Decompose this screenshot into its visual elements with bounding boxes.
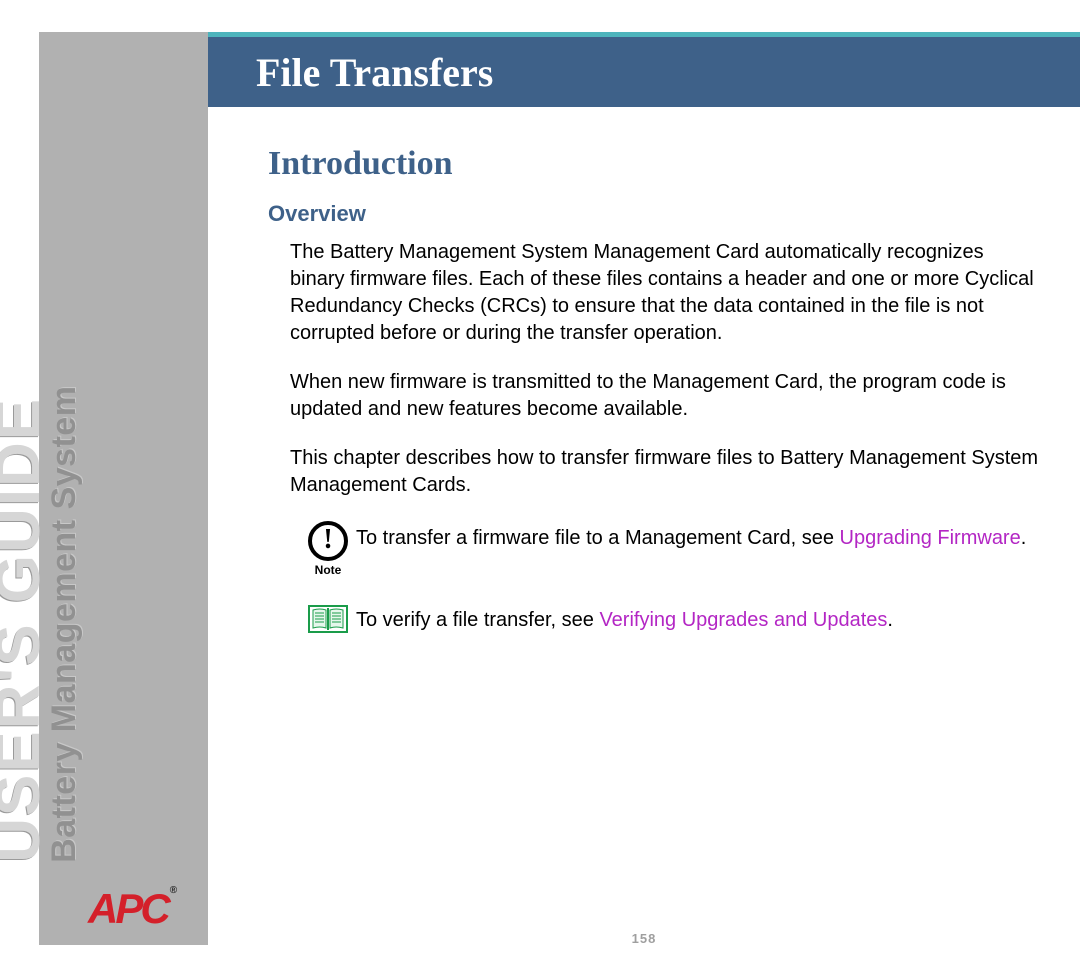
verifying-upgrades-link[interactable]: Verifying Upgrades and Updates [599, 609, 887, 631]
chapter-title: File Transfers [256, 49, 493, 96]
reference-callout: To verify a file transfer, see Verifying… [300, 603, 1040, 635]
note-text-pre: To transfer a firmware file to a Managem… [356, 527, 840, 549]
note-text-post: . [1021, 527, 1027, 549]
system-label: Battery Management System [45, 386, 84, 863]
sidebar: USER'S GUIDE Battery Management System A… [39, 32, 208, 945]
reference-text-pre: To verify a file transfer, see [356, 609, 599, 631]
body-text: Introduction Overview The Battery Manage… [208, 107, 1080, 635]
apc-logo: APC® [88, 885, 177, 933]
paragraph: This chapter describes how to transfer f… [290, 445, 1040, 499]
page-content: File Transfers Introduction Overview The… [208, 0, 1080, 966]
note-callout: ! Note To transfer a firmware file to a … [300, 521, 1040, 577]
users-guide-label: USER'S GUIDE [0, 397, 47, 863]
reference-text-post: . [887, 609, 893, 631]
section-heading: Introduction [268, 145, 1040, 183]
note-label: Note [315, 563, 342, 577]
sidebar-title-block: USER'S GUIDE Battery Management System [0, 386, 84, 863]
reference-icon-column [300, 603, 356, 635]
book-icon [308, 603, 348, 635]
upgrading-firmware-link[interactable]: Upgrading Firmware [840, 527, 1021, 549]
reference-text: To verify a file transfer, see Verifying… [356, 603, 1040, 634]
note-icon-column: ! Note [300, 521, 356, 577]
chapter-title-band: File Transfers [208, 32, 1080, 107]
exclamation-icon: ! [308, 521, 348, 561]
logo-text: APC [88, 885, 168, 932]
note-text: To transfer a firmware file to a Managem… [356, 521, 1040, 552]
paragraph: When new firmware is transmitted to the … [290, 369, 1040, 423]
paragraph: The Battery Management System Management… [290, 239, 1040, 347]
page-number: 158 [632, 931, 657, 946]
subsection-heading: Overview [268, 201, 1040, 227]
logo-registered-mark: ® [170, 885, 177, 896]
